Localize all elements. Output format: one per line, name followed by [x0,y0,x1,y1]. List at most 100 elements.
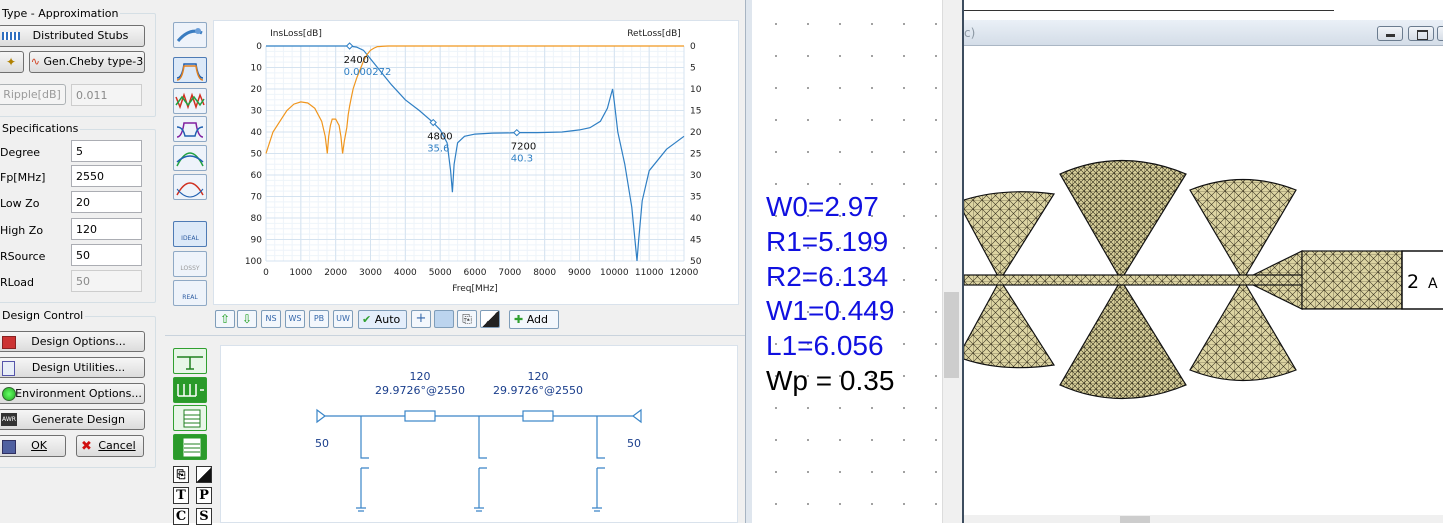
degree-field[interactable]: 5 [71,140,142,162]
bandstop-response-button[interactable] [173,116,207,142]
netlist-icon [183,438,201,457]
panel-divider [165,335,745,336]
schematic-netlist-button[interactable] [173,434,207,460]
horizontal-scrollbar-thumb[interactable] [1120,516,1150,523]
em-layout-view[interactable]: 2 A [964,47,1443,523]
text-s-button[interactable]: S [196,508,212,525]
y-tick-label-right: 15 [690,107,701,117]
response-chart[interactable]: 0 1000 2000 3000 4000 5000 6000 7000 8000 9000 100… [214,21,738,304]
crosshair-button[interactable]: + [411,310,431,328]
design-options-button[interactable]: Design Options... [0,331,145,352]
generate-design-button[interactable]: AWR Generate Design [0,409,145,430]
table-icon [183,409,201,428]
wizard-button[interactable]: ✦ [0,51,24,73]
awr-icon: AWR [1,413,17,426]
source-resistance: 50 [315,437,329,450]
approximation-button[interactable]: ∿ Gen.Cheby type-3 [29,51,145,73]
load-port [632,408,642,424]
real-mode-button[interactable]: REAL [173,280,207,306]
smith-response-button[interactable] [173,174,207,200]
marker-freq-label-2: 4800 [427,132,452,143]
schematic-line-button[interactable] [173,377,207,403]
schematic-stub-button[interactable] [173,348,207,374]
low-zo-field[interactable]: 20 [71,191,142,213]
design-utilities-button[interactable]: Design Utilities... [0,357,145,378]
auto-button[interactable]: ✔ Auto [358,310,407,329]
ideal-mode-button[interactable]: IDEAL [173,221,207,247]
line-icon [177,384,204,397]
bandpass-shape-icon [176,63,204,81]
radial-stub-2-top [1059,159,1187,282]
copy-button[interactable]: ⎘ [457,310,477,328]
top-line [964,10,1334,11]
port-number: 2 [1407,271,1419,293]
marker-1[interactable] [345,42,354,50]
stub-2 [474,416,487,512]
restore-button[interactable] [1408,26,1434,41]
spec-label-low-zo: Low Zo [0,197,40,210]
line1-element [404,410,436,422]
y-tick-label-left: 80 [251,214,263,224]
y-axis-title-left: InsLoss[dB] [270,29,322,39]
invert-schematic-button[interactable] [196,466,212,483]
ripple-button[interactable]: Ripple[dB] [0,84,66,105]
text-p-button[interactable]: P [196,487,212,504]
rload-field[interactable]: 50 [71,270,142,292]
x-tick-label: 0 [263,268,269,278]
minimize-button[interactable] [1377,26,1403,41]
x-tick-label: 4000 [394,268,417,278]
x-tick-label: 10000 [600,268,629,278]
scroll-down-button[interactable]: ⇩ [237,310,257,328]
ws-button[interactable]: WS [285,310,305,328]
y-tick-label-right: 5 [690,64,696,74]
spec-label-degree: Degree [0,146,41,159]
distributed-stubs-button[interactable]: Distributed Stubs [0,25,145,47]
rsource-field[interactable]: 50 [71,244,142,266]
tools-settings-button[interactable] [173,22,207,48]
fp-field[interactable]: 2550 [71,165,142,187]
add-marker-button[interactable]: ✚ Add [509,310,559,329]
minimize-icon [1386,34,1395,37]
y-tick-label-left: 10 [251,64,263,74]
pb-button[interactable]: PB [309,310,329,328]
y-tick-label-right: 0 [690,42,696,52]
scroll-up-button[interactable]: ⇧ [215,310,235,328]
marker-value-label-2: 35.6 [427,144,449,155]
lossy-mode-button[interactable]: LOSSY [173,251,207,277]
scrollbar-thumb[interactable] [944,292,959,378]
y-tick-label-left: 30 [251,107,263,117]
group-delay-response-button[interactable] [173,145,207,171]
fill-button[interactable] [434,310,454,328]
uw-button[interactable]: UW [333,310,353,328]
copy-schematic-button[interactable]: ⎘ [173,466,189,483]
spec-label-fp: Fp[MHz] [0,171,46,184]
text-t-button[interactable]: T [173,487,189,504]
param-wp: Wp = 0.35 [766,365,895,396]
text-c-button[interactable]: C [173,508,189,525]
ripple-field[interactable]: 0.011 [71,84,142,106]
x-tick-label: 5000 [429,268,452,278]
close-button[interactable] [1437,26,1443,41]
schematic-drawing[interactable]: 120 29.9726°@2550 120 29.9726°@2550 50 5… [221,346,737,524]
spec-label-high-zo: High Zo [0,224,44,237]
high-zo-field[interactable]: 120 [71,218,142,240]
lowpass-response-button[interactable] [173,57,207,83]
ripple-response-button[interactable] [173,88,207,114]
x-tick-label: 1000 [289,268,312,278]
environment-options-icon [2,387,16,401]
vertical-scrollbar[interactable] [942,0,962,523]
magic-wand-icon: ✦ [5,55,17,69]
marker-value-label-1: 0.000272 [344,67,392,78]
ok-button[interactable]: OK [0,435,66,457]
schematic-table-button[interactable] [173,405,207,431]
environment-options-button[interactable]: Environment Options... [0,383,145,404]
x-tick-label: 6000 [464,268,487,278]
cancel-button[interactable]: ✖ Cancel [76,435,144,457]
x-tick-label: 12000 [670,268,699,278]
contrast-button[interactable] [480,310,500,328]
x-tick-label: 8000 [533,268,556,278]
horizontal-scrollbar[interactable] [964,515,1443,523]
ns-button[interactable]: NS [261,310,281,328]
schematic-frame: 120 29.9726°@2550 120 29.9726°@2550 50 5… [220,345,738,523]
stub-3 [592,416,605,512]
